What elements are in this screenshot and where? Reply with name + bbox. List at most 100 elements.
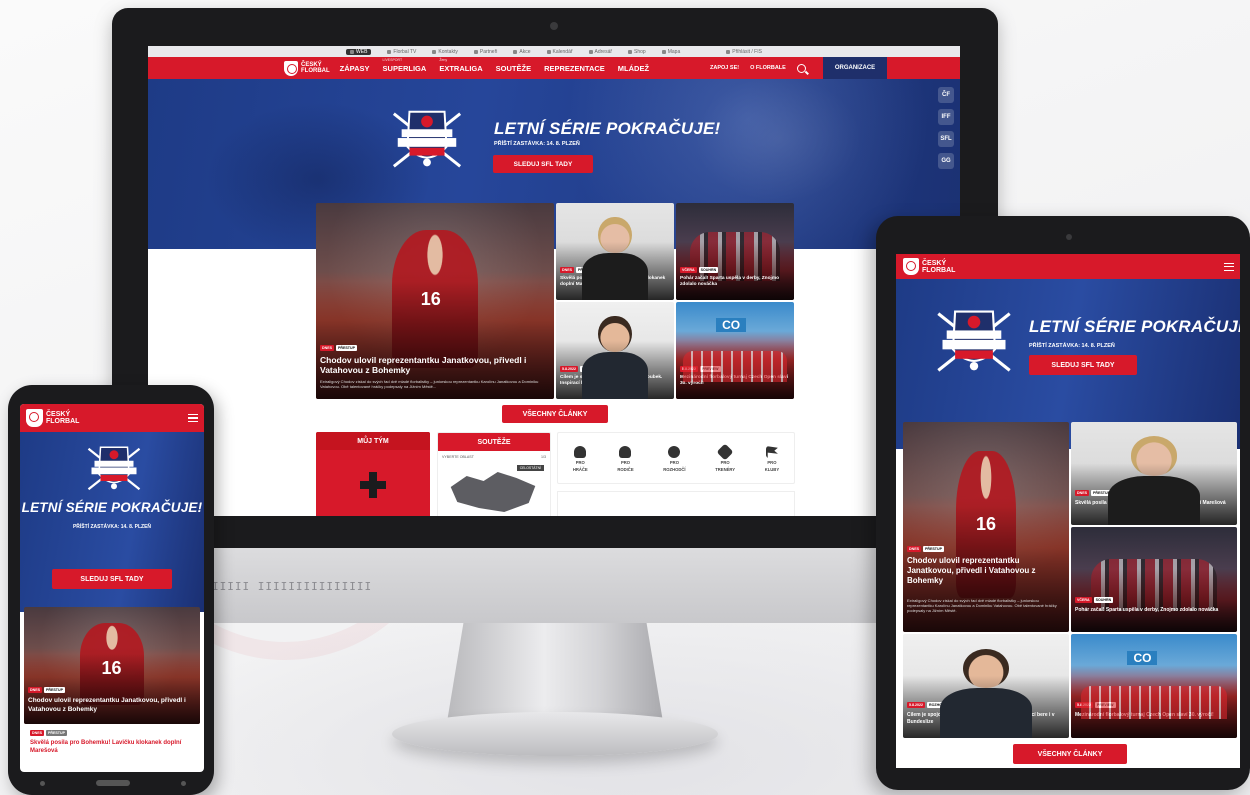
article-card-main[interactable]: DNES PŘESTUP Chodov ulovil reprezentantk… xyxy=(24,607,200,724)
hero-title: LETNÍ SÉRIE POKRAČUJE! xyxy=(1029,317,1240,336)
news-grid: DNES PŘESTUP Chodov ulovil reprezentantk… xyxy=(316,203,794,399)
czech-map[interactable] xyxy=(450,472,536,512)
utility-item-events[interactable]: Akce xyxy=(513,49,531,55)
article-card[interactable]: 5.8.2022 PREVIEW Mezinárodní florbalový … xyxy=(1071,634,1237,738)
iff-logo-icon[interactable]: IFF xyxy=(938,109,954,125)
utility-item-web[interactable]: WEB xyxy=(346,48,372,55)
phone-screen: ČESKÝ FLORBAL LETNÍ SÉRIE POKRAČUJE! PŘÍŠ… xyxy=(20,404,204,772)
date-badge: DNES xyxy=(560,267,574,273)
hero-cta-button[interactable]: SLEDUJ SFL TADY xyxy=(52,569,172,589)
back-button-icon[interactable] xyxy=(40,780,45,786)
date-badge: DNES xyxy=(320,345,334,351)
role-referees[interactable]: PRO ROZHODČÍ xyxy=(663,446,686,472)
category-badge: PŘESTUP xyxy=(336,345,357,351)
article-card-main[interactable]: DNES PŘESTUP Chodov ulovil reprezentantk… xyxy=(316,203,554,399)
hamburger-menu-icon[interactable] xyxy=(1224,262,1234,271)
role-coaches[interactable]: PRO TRENÉRY xyxy=(715,443,735,472)
date-badge: VČERA xyxy=(680,267,697,273)
map-icon xyxy=(661,49,666,54)
tablet-screen: ČESKÝ FLORBAL LETNÍ SÉRIE POKRAČUJE! PŘÍŠ… xyxy=(896,254,1240,768)
date-badge: 5.8.2022 xyxy=(560,366,578,372)
brand-logo[interactable]: ČESKÝ FLORBAL xyxy=(284,60,330,76)
user-icon xyxy=(726,49,731,54)
nav-item-zapoj-se[interactable]: ZAPOJ SE! xyxy=(710,65,739,71)
article-title: Skvělá posila pro Bohemku! Lavičku kloka… xyxy=(560,276,666,287)
organizace-button[interactable]: ORGANIZACE xyxy=(822,57,888,79)
region-selected-badge[interactable]: CELOSTÁTNÍ xyxy=(516,465,544,471)
parents-icon xyxy=(619,446,632,458)
category-badge: PŘESTUP xyxy=(44,687,65,693)
web-icon xyxy=(350,49,355,54)
tablet-news-grid: DNES PŘESTUP Chodov ulovil reprezentantk… xyxy=(903,422,1237,738)
category-badge: ROZHOVOR xyxy=(927,702,952,708)
competitions-heading: SOUTĚŽE xyxy=(438,433,550,451)
date-badge: VČERA xyxy=(1075,597,1092,603)
utility-item-map[interactable]: Mapa xyxy=(661,49,680,55)
hero-cta-button[interactable]: SLEDUJ SFL TADY xyxy=(1029,355,1137,375)
utility-item-shop[interactable]: Shop xyxy=(628,49,646,55)
street-floorball-league-logo xyxy=(392,110,462,168)
gg-logo-icon[interactable]: GG xyxy=(938,153,954,169)
hamburger-menu-icon[interactable] xyxy=(188,414,198,422)
nav-item-extraliga[interactable]: Ženy EXTRALIGA xyxy=(439,58,482,73)
article-card[interactable]: 5.8.2022 ROZHOVOR Cílem je spojovat a vz… xyxy=(903,634,1069,738)
category-badge: PŘESTUP xyxy=(923,546,944,552)
social-widget xyxy=(557,491,795,516)
my-team-heading: MŮJ TÝM xyxy=(316,432,430,450)
brand-logo[interactable]: ČESKÝ FLORBAL xyxy=(903,258,955,275)
article-card[interactable]: 5.8.2022 ROZHOVOR Cílem je spojovat a vz… xyxy=(556,302,674,399)
all-articles-button[interactable]: VŠECHNY ČLÁNKY xyxy=(1013,744,1127,764)
add-team-icon[interactable] xyxy=(360,472,386,498)
monitor-stand-base xyxy=(392,712,718,756)
utility-item-tv[interactable]: Florbal TV xyxy=(387,49,416,55)
tablet-camera xyxy=(1066,234,1072,240)
article-title: Skvělá posila pro Bohemku! Lavičku kloka… xyxy=(30,740,182,754)
cf-logo-icon[interactable]: ČF xyxy=(938,87,954,103)
date-badge: 5.8.2022 xyxy=(1075,702,1093,708)
search-icon[interactable] xyxy=(796,63,806,73)
nav-item-souteze[interactable]: SOUTĚŽE xyxy=(496,64,531,73)
role-players[interactable]: PRO HRÁČE xyxy=(573,446,588,472)
directory-icon xyxy=(588,49,593,54)
article-title: Mezinárodní florbalový turnaj Czech Open… xyxy=(680,375,788,386)
article-list-item[interactable]: DNES PŘESTUP Skvělá posila pro Bohemku! … xyxy=(30,730,200,755)
home-button-icon[interactable] xyxy=(96,780,130,786)
article-card[interactable]: DNES PŘESTUP Skvělá posila pro Bohemku! … xyxy=(1071,422,1237,525)
article-perex: Extraligový Chodov získal do svých řad d… xyxy=(320,379,539,389)
article-card[interactable]: DNES PŘESTUP Skvělá posila pro Bohemku! … xyxy=(556,203,674,300)
article-card[interactable]: 5.8.2022 PREVIEW Mezinárodní florbalový … xyxy=(676,302,794,399)
nav-item-mladez[interactable]: MLÁDEŽ xyxy=(618,64,649,73)
article-card-main[interactable]: DNES PŘESTUP Chodov ulovil reprezentantk… xyxy=(903,422,1069,632)
category-badge: PŘESTUP xyxy=(46,730,67,736)
category-badge: PREVIEW xyxy=(700,366,721,372)
nav-item-zapasy[interactable]: ZÁPASY xyxy=(340,64,370,73)
phone-nav: ČESKÝ FLORBAL xyxy=(20,404,204,432)
utility-item-partners[interactable]: Partneři xyxy=(473,49,497,55)
role-clubs[interactable]: PRO KLUBY xyxy=(765,446,779,472)
recents-button-icon[interactable] xyxy=(181,780,186,786)
nav-item-superliga[interactable]: LIVESPORT SUPERLIGA xyxy=(383,58,427,73)
utility-login[interactable]: Přihlásit / FIS xyxy=(726,49,762,55)
my-team-widget[interactable]: MŮJ TÝM xyxy=(316,432,430,516)
all-articles-button[interactable]: VŠECHNY ČLÁNKY xyxy=(502,405,608,423)
street-floorball-league-logo xyxy=(87,446,141,491)
hero-cta-button[interactable]: SLEDUJ SFL TADY xyxy=(493,155,593,173)
nav-item-o-florbale[interactable]: O FLORBALE xyxy=(750,65,786,71)
article-title: Chodov ulovil reprezentantku Janatkovou,… xyxy=(320,355,527,375)
article-title: Pohár začal! Sparta uspěla v derby, Znoj… xyxy=(680,276,780,287)
region-count: 1/3 xyxy=(541,455,546,459)
whistle-icon xyxy=(668,446,681,458)
date-badge: 5.8.2022 xyxy=(907,702,925,708)
utility-item-directory[interactable]: Adresář xyxy=(588,49,612,55)
utility-item-contacts[interactable]: Kontakty xyxy=(432,49,458,55)
role-parents[interactable]: PRO RODIČE xyxy=(617,446,634,472)
sfl-logo-icon[interactable]: SFL xyxy=(938,131,954,147)
phone-nav-buttons xyxy=(40,778,186,788)
utility-item-calendar[interactable]: Kalendář xyxy=(546,49,573,55)
nav-item-reprezentace[interactable]: REPREZENTACE xyxy=(544,64,605,73)
brand-logo[interactable]: ČESKÝ FLORBAL xyxy=(26,409,79,427)
hero-subtitle: PŘÍŠTÍ ZASTÁVKA: 14. 8. PLZEŇ xyxy=(72,524,152,530)
roles-widget: PRO HRÁČE PRO RODIČE PRO ROZHODČÍ PRO TRENÉR… xyxy=(557,432,795,484)
article-card[interactable]: VČERA SOUHRN Pohár začal! Sparta uspěla … xyxy=(1071,527,1237,632)
article-card[interactable]: VČERA SOUHRN Pohár začal! Sparta uspěla … xyxy=(676,203,794,300)
